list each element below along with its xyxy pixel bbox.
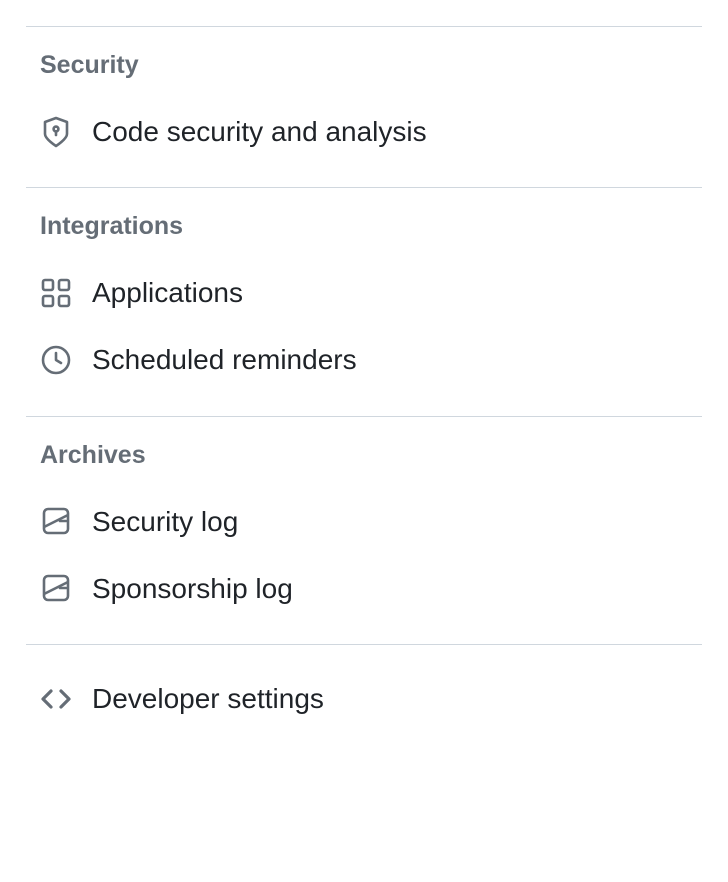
nav-label: Sponsorship log [92,569,293,608]
nav-item-developer-settings[interactable]: Developer settings [26,665,702,732]
settings-sidebar: Security Code security and analysis Inte… [0,26,728,756]
nav-label: Applications [92,273,243,312]
shield-icon [40,116,72,148]
nav-label: Security log [92,502,238,541]
standalone-section: Developer settings [26,645,702,756]
section-header-integrations: Integrations [26,188,702,259]
section-header-security: Security [26,27,702,98]
nav-item-scheduled-reminders[interactable]: Scheduled reminders [26,326,702,393]
nav-item-code-security[interactable]: Code security and analysis [26,98,702,165]
code-icon [40,683,72,715]
nav-label: Developer settings [92,679,324,718]
nav-item-security-log[interactable]: Security log [26,488,702,555]
log-icon [40,572,72,604]
security-section: Security Code security and analysis [26,27,702,187]
nav-label: Scheduled reminders [92,340,357,379]
apps-icon [40,277,72,309]
integrations-section: Integrations Applications Scheduled remi… [26,188,702,415]
clock-icon [40,344,72,376]
archives-section: Archives Security log Sponsorship log [26,417,702,644]
log-icon [40,505,72,537]
nav-label: Code security and analysis [92,112,427,151]
nav-item-sponsorship-log[interactable]: Sponsorship log [26,555,702,622]
section-header-archives: Archives [26,417,702,488]
nav-item-applications[interactable]: Applications [26,259,702,326]
